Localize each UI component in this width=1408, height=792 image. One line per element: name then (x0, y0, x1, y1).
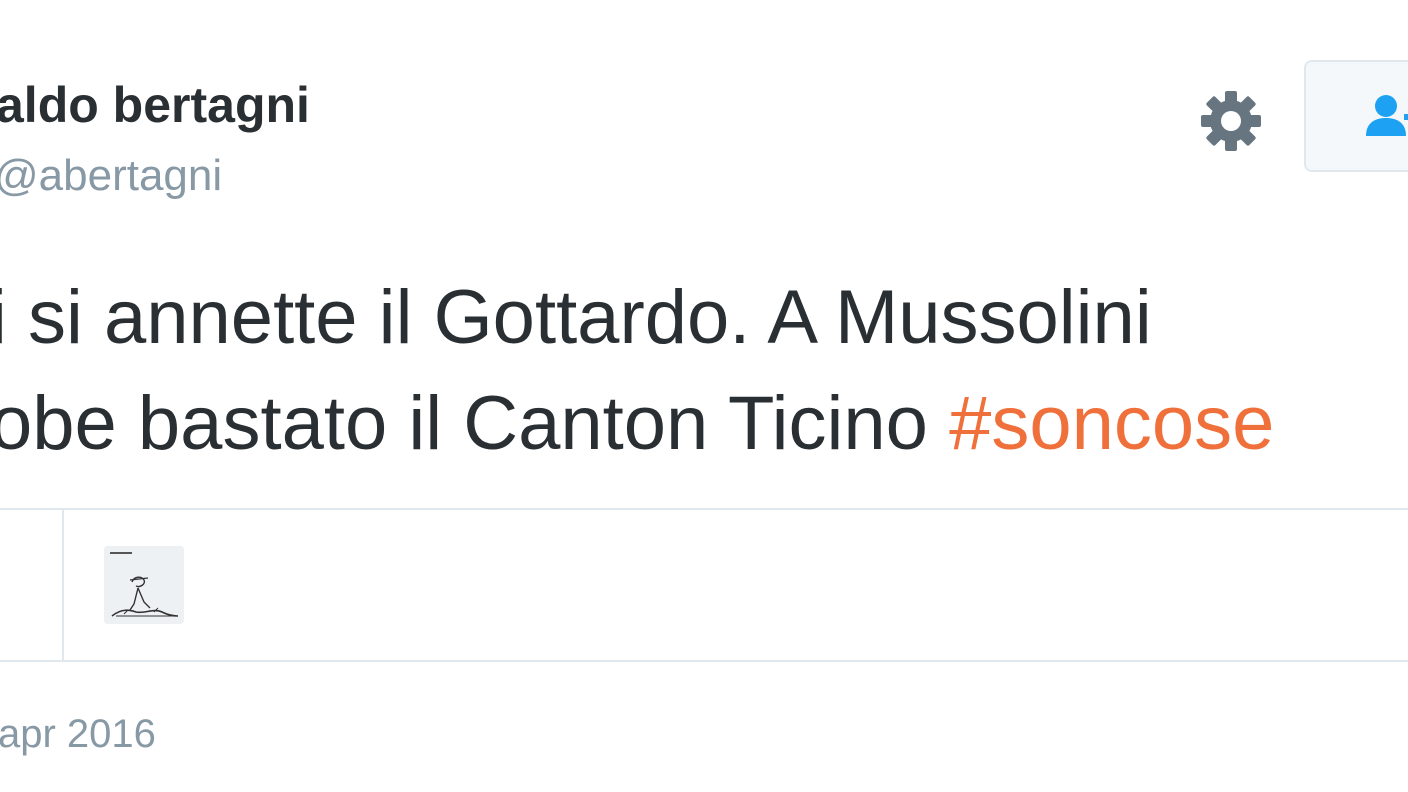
user-handle[interactable]: @abertagni (0, 154, 222, 198)
tweet-text-line-1: i si annette il Gottardo. A Mussolini (0, 275, 1152, 360)
cartoon-thumbnail (104, 546, 184, 624)
add-user-icon (1366, 95, 1408, 136)
settings-gear-icon[interactable] (1198, 88, 1264, 154)
hashtag-link[interactable]: #soncose (949, 381, 1274, 466)
media-thumbnail[interactable] (104, 546, 184, 624)
user-display-name[interactable]: aldo bertagni (0, 80, 310, 130)
tweet-text-line-2: obe bastato il Canton Ticino #soncose (0, 386, 1274, 462)
follow-button[interactable] (1304, 60, 1408, 172)
divider (0, 660, 1408, 662)
divider (62, 510, 64, 660)
gear-icon (1201, 91, 1261, 151)
tweet-text-segment: obe bastato il Canton Ticino (0, 381, 950, 466)
divider (0, 508, 1408, 510)
tweet-date[interactable]: apr 2016 (0, 714, 156, 754)
